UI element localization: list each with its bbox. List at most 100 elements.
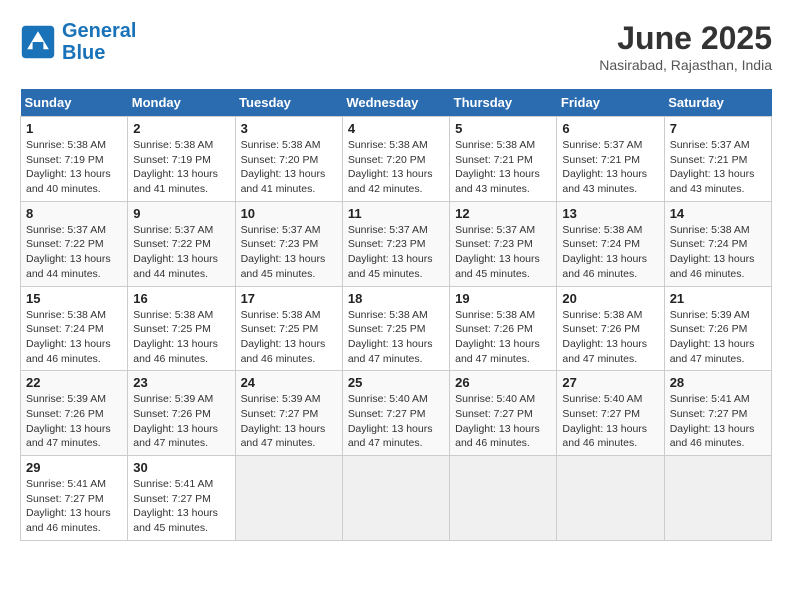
day-number: 7 xyxy=(670,121,766,136)
day-number: 21 xyxy=(670,291,766,306)
calendar-cell: 20 Sunrise: 5:38 AMSunset: 7:26 PMDayligh… xyxy=(557,286,664,371)
calendar-cell: 23 Sunrise: 5:39 AMSunset: 7:26 PMDayligh… xyxy=(128,371,235,456)
month-title: June 2025 xyxy=(599,20,772,57)
calendar-cell: 4Sunrise: 5:38 AMSunset: 7:20 PMDaylight… xyxy=(342,117,449,202)
calendar-cell: 22Sunrise: 5:39 AMSunset: 7:26 PMDayligh… xyxy=(21,371,128,456)
calendar-cell: 12 Sunrise: 5:37 AMSunset: 7:23 PMDayligh… xyxy=(450,201,557,286)
day-number: 3 xyxy=(241,121,337,136)
logo: General Blue xyxy=(20,20,136,64)
calendar-cell: 11 Sunrise: 5:37 AMSunset: 7:23 PMDayligh… xyxy=(342,201,449,286)
weekday-header-row: SundayMondayTuesdayWednesdayThursdayFrid… xyxy=(21,89,772,117)
day-number: 18 xyxy=(348,291,444,306)
day-number: 20 xyxy=(562,291,658,306)
calendar-cell: 28 Sunrise: 5:41 AMSunset: 7:27 PMDayligh… xyxy=(664,371,771,456)
weekday-sunday: Sunday xyxy=(21,89,128,117)
calendar-cell: 25Sunrise: 5:40 AMSunset: 7:27 PMDayligh… xyxy=(342,371,449,456)
page-header: General Blue June 2025 Nasirabad, Rajast… xyxy=(20,20,772,73)
calendar-week-4: 22 Sunrise: 5:39 AMSunset: 7:26 PMDayligh… xyxy=(21,371,772,456)
title-block: June 2025 Nasirabad, Rajasthan, India xyxy=(599,20,772,73)
cell-details: Sunrise: 5:38 AMSunset: 7:25 PMDaylight:… xyxy=(133,308,229,367)
day-number: 29 xyxy=(26,460,122,475)
cell-details: Sunrise: 5:38 AMSunset: 7:19 PMDaylight:… xyxy=(26,138,122,197)
cell-details: Sunrise: 5:38 AMSunset: 7:24 PMDaylight:… xyxy=(562,223,658,282)
day-number: 15 xyxy=(26,291,122,306)
weekday-friday: Friday xyxy=(557,89,664,117)
day-number: 11 xyxy=(348,206,444,221)
cell-details: Sunrise: 5:37 AMSunset: 7:22 PMDaylight:… xyxy=(26,223,122,282)
cell-details: Sunrise: 5:40 AMSunset: 7:27 PMDaylight:… xyxy=(348,392,444,451)
cell-details: Sunrise: 5:37 AMSunset: 7:23 PMDaylight:… xyxy=(241,223,337,282)
day-number: 16 xyxy=(133,291,229,306)
calendar-cell: 3 Sunrise: 5:38 AMSunset: 7:20 PMDaylight… xyxy=(235,117,342,202)
calendar-cell: 2Sunrise: 5:38 AMSunset: 7:19 PMDaylight… xyxy=(128,117,235,202)
cell-details: Sunrise: 5:37 AMSunset: 7:23 PMDaylight:… xyxy=(455,223,551,282)
day-number: 2 xyxy=(133,121,229,136)
calendar-table: SundayMondayTuesdayWednesdayThursdayFrid… xyxy=(20,89,772,541)
logo-icon xyxy=(20,24,56,60)
day-number: 5 xyxy=(455,121,551,136)
calendar-cell: 26 Sunrise: 5:40 AMSunset: 7:27 PMDayligh… xyxy=(450,371,557,456)
day-number: 6 xyxy=(562,121,658,136)
day-number: 10 xyxy=(241,206,337,221)
calendar-cell: 7 Sunrise: 5:37 AMSunset: 7:21 PMDaylight… xyxy=(664,117,771,202)
day-number: 13 xyxy=(562,206,658,221)
calendar-cell: 16 Sunrise: 5:38 AMSunset: 7:25 PMDayligh… xyxy=(128,286,235,371)
cell-details: Sunrise: 5:38 AMSunset: 7:24 PMDaylight:… xyxy=(670,223,766,282)
calendar-cell: 21 Sunrise: 5:39 AMSunset: 7:26 PMDayligh… xyxy=(664,286,771,371)
day-number: 26 xyxy=(455,375,551,390)
cell-details: Sunrise: 5:38 AMSunset: 7:20 PMDaylight:… xyxy=(241,138,337,197)
calendar-cell: 10 Sunrise: 5:37 AMSunset: 7:23 PMDayligh… xyxy=(235,201,342,286)
cell-details: Sunrise: 5:39 AMSunset: 7:26 PMDaylight:… xyxy=(670,308,766,367)
cell-details: Sunrise: 5:38 AMSunset: 7:25 PMDaylight:… xyxy=(348,308,444,367)
calendar-cell: 5Sunrise: 5:38 AMSunset: 7:21 PMDaylight… xyxy=(450,117,557,202)
calendar-cell: 19 Sunrise: 5:38 AMSunset: 7:26 PMDayligh… xyxy=(450,286,557,371)
logo-line2: Blue xyxy=(62,42,105,64)
cell-details: Sunrise: 5:41 AMSunset: 7:27 PMDaylight:… xyxy=(26,477,122,536)
calendar-week-2: 8 Sunrise: 5:37 AMSunset: 7:22 PMDaylight… xyxy=(21,201,772,286)
weekday-wednesday: Wednesday xyxy=(342,89,449,117)
day-number: 8 xyxy=(26,206,122,221)
calendar-cell xyxy=(450,456,557,541)
cell-details: Sunrise: 5:37 AMSunset: 7:21 PMDaylight:… xyxy=(670,138,766,197)
day-number: 19 xyxy=(455,291,551,306)
cell-details: Sunrise: 5:40 AMSunset: 7:27 PMDaylight:… xyxy=(455,392,551,451)
calendar-cell: 18 Sunrise: 5:38 AMSunset: 7:25 PMDayligh… xyxy=(342,286,449,371)
weekday-monday: Monday xyxy=(128,89,235,117)
day-number: 1 xyxy=(26,121,122,136)
cell-details: Sunrise: 5:37 AMSunset: 7:23 PMDaylight:… xyxy=(348,223,444,282)
cell-details: Sunrise: 5:38 AMSunset: 7:26 PMDaylight:… xyxy=(562,308,658,367)
cell-details: Sunrise: 5:41 AMSunset: 7:27 PMDaylight:… xyxy=(133,477,229,536)
cell-details: Sunrise: 5:38 AMSunset: 7:25 PMDaylight:… xyxy=(241,308,337,367)
cell-details: Sunrise: 5:38 AMSunset: 7:26 PMDaylight:… xyxy=(455,308,551,367)
calendar-cell: 15Sunrise: 5:38 AMSunset: 7:24 PMDayligh… xyxy=(21,286,128,371)
calendar-cell: 24 Sunrise: 5:39 AMSunset: 7:27 PMDayligh… xyxy=(235,371,342,456)
cell-details: Sunrise: 5:41 AMSunset: 7:27 PMDaylight:… xyxy=(670,392,766,451)
weekday-tuesday: Tuesday xyxy=(235,89,342,117)
weekday-saturday: Saturday xyxy=(664,89,771,117)
calendar-cell: 13 Sunrise: 5:38 AMSunset: 7:24 PMDayligh… xyxy=(557,201,664,286)
day-number: 12 xyxy=(455,206,551,221)
logo-line1: General xyxy=(62,20,136,42)
cell-details: Sunrise: 5:37 AMSunset: 7:22 PMDaylight:… xyxy=(133,223,229,282)
logo-text: General Blue xyxy=(62,20,136,64)
day-number: 17 xyxy=(241,291,337,306)
calendar-cell: 29 Sunrise: 5:41 AMSunset: 7:27 PMDayligh… xyxy=(21,456,128,541)
weekday-thursday: Thursday xyxy=(450,89,557,117)
day-number: 22 xyxy=(26,375,122,390)
calendar-cell: 17 Sunrise: 5:38 AMSunset: 7:25 PMDayligh… xyxy=(235,286,342,371)
calendar-cell: 30 Sunrise: 5:41 AMSunset: 7:27 PMDayligh… xyxy=(128,456,235,541)
day-number: 30 xyxy=(133,460,229,475)
cell-details: Sunrise: 5:37 AMSunset: 7:21 PMDaylight:… xyxy=(562,138,658,197)
day-number: 14 xyxy=(670,206,766,221)
day-number: 23 xyxy=(133,375,229,390)
cell-details: Sunrise: 5:39 AMSunset: 7:26 PMDaylight:… xyxy=(133,392,229,451)
calendar-cell xyxy=(235,456,342,541)
calendar-cell: 8 Sunrise: 5:37 AMSunset: 7:22 PMDaylight… xyxy=(21,201,128,286)
cell-details: Sunrise: 5:39 AMSunset: 7:27 PMDaylight:… xyxy=(241,392,337,451)
location: Nasirabad, Rajasthan, India xyxy=(599,57,772,73)
day-number: 24 xyxy=(241,375,337,390)
day-number: 28 xyxy=(670,375,766,390)
calendar-week-5: 29 Sunrise: 5:41 AMSunset: 7:27 PMDayligh… xyxy=(21,456,772,541)
calendar-cell: 1 Sunrise: 5:38 AMSunset: 7:19 PMDaylight… xyxy=(21,117,128,202)
day-number: 4 xyxy=(348,121,444,136)
